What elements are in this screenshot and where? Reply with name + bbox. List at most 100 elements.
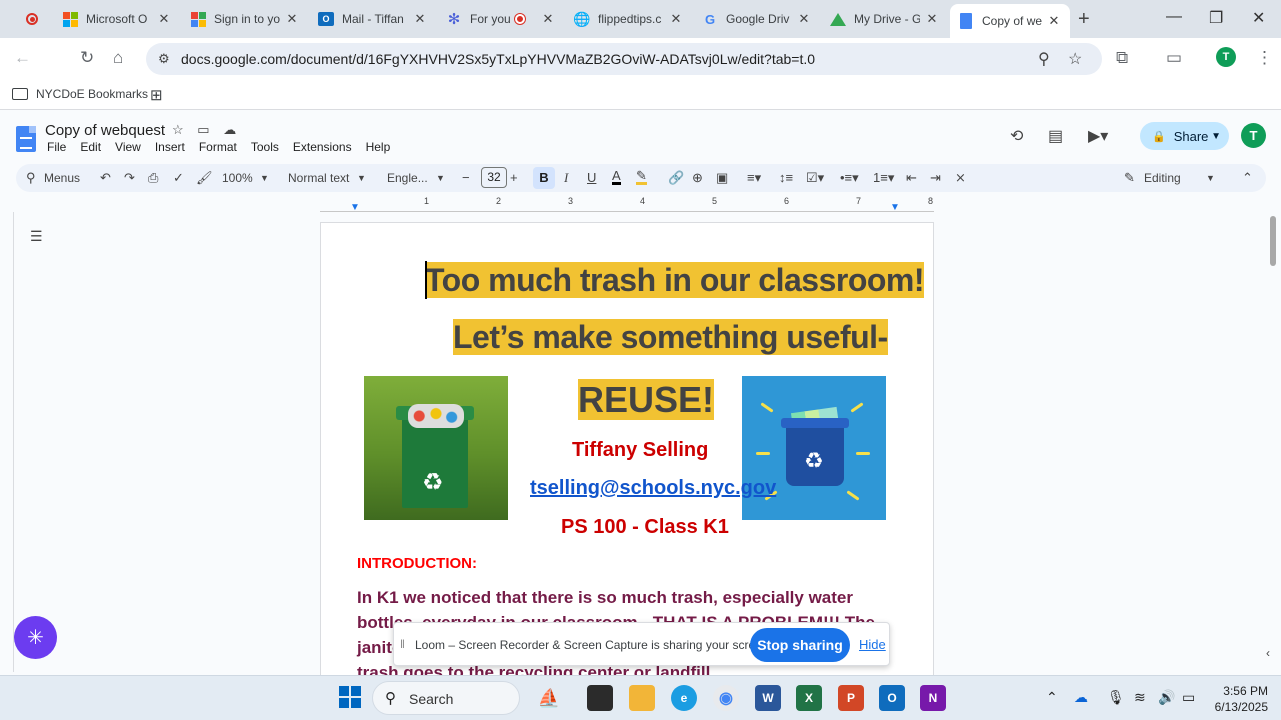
onenote-icon[interactable]: N xyxy=(920,685,946,711)
search-menus-icon[interactable]: ⚲ xyxy=(26,170,36,186)
comments-icon[interactable]: ▤ xyxy=(1048,126,1063,146)
profile-avatar[interactable]: T xyxy=(1216,47,1236,67)
tab-my-drive[interactable]: My Drive - G ✕ xyxy=(822,4,948,34)
battery-icon[interactable]: ▭ xyxy=(1182,689,1195,706)
search-menus-label[interactable]: Menus xyxy=(44,171,80,185)
word-icon[interactable]: W xyxy=(755,685,781,711)
style-select[interactable]: Normal text xyxy=(288,171,349,185)
edge-icon[interactable]: e xyxy=(671,685,697,711)
stop-sharing-button[interactable]: Stop sharing xyxy=(750,628,850,662)
bulleted-list-icon[interactable]: •≡▾ xyxy=(840,170,859,186)
document-scrollbar[interactable] xyxy=(1268,212,1278,672)
new-tab-icon[interactable]: + xyxy=(1078,8,1090,31)
chrome-icon[interactable]: ◉ xyxy=(713,685,739,711)
undo-icon[interactable]: ↶ xyxy=(100,170,111,186)
site-info-icon[interactable]: ⚙ xyxy=(158,51,170,67)
close-tab-icon[interactable]: ✕ xyxy=(284,11,300,27)
underline-button[interactable]: U xyxy=(587,170,596,185)
tab-google-drive[interactable]: G Google Driv ✕ xyxy=(694,4,820,34)
hide-button[interactable]: Hide xyxy=(859,637,886,652)
tab-copy-of-webquest[interactable]: Copy of webq ✕ xyxy=(950,4,1070,38)
redo-icon[interactable]: ↷ xyxy=(124,170,135,186)
menu-edit[interactable]: Edit xyxy=(80,140,101,154)
align-icon[interactable]: ≡▾ xyxy=(747,170,761,186)
bookmark-star-icon[interactable]: ☆ xyxy=(1068,49,1082,69)
wifi-icon[interactable]: ≋ xyxy=(1134,689,1146,706)
close-window-icon[interactable]: ✕ xyxy=(1252,8,1265,28)
trash-bin-image[interactable]: ♻ xyxy=(364,376,508,520)
clear-formatting-icon[interactable]: ⨯ xyxy=(955,170,966,186)
insert-image-icon[interactable]: ▣ xyxy=(716,170,728,186)
chevron-down-icon[interactable]: ▼ xyxy=(1211,131,1221,142)
menu-help[interactable]: Help xyxy=(366,140,391,154)
heading-line-3[interactable]: REUSE! xyxy=(578,377,715,423)
reload-icon[interactable]: ↻ xyxy=(80,48,94,68)
drag-handle-icon[interactable]: ‖ xyxy=(400,637,405,651)
italic-button[interactable]: I xyxy=(564,170,568,186)
tab-search-icon[interactable]: ▭ xyxy=(1166,48,1182,68)
tab-microsoft[interactable]: Microsoft O ✕ xyxy=(54,4,180,34)
menu-file[interactable]: File xyxy=(47,140,66,154)
side-panel-toggle-icon[interactable]: ‹ xyxy=(1266,646,1270,660)
add-comment-icon[interactable]: ⊕ xyxy=(692,170,703,186)
zoom-select[interactable]: 100% xyxy=(222,171,253,185)
apps-grid-icon[interactable]: ⊞ xyxy=(150,86,163,104)
close-tab-icon[interactable]: ✕ xyxy=(924,11,940,27)
cloud-saved-icon[interactable]: ☁ xyxy=(223,122,236,137)
chevron-down-icon[interactable]: ▼ xyxy=(260,173,269,183)
checklist-icon[interactable]: ☑▾ xyxy=(806,170,824,186)
introduction-heading[interactable]: INTRODUCTION: xyxy=(357,555,477,572)
address-bar[interactable]: ⚙ docs.google.com/document/d/16FgYXHVHV2… xyxy=(146,43,1102,75)
move-folder-icon[interactable]: ▭ xyxy=(197,122,209,137)
share-button[interactable]: 🔒 Share ▼ xyxy=(1140,122,1229,150)
back-icon[interactable]: ← xyxy=(14,48,31,68)
account-avatar[interactable]: T xyxy=(1241,123,1266,148)
left-indent-marker-icon[interactable]: ▼ xyxy=(350,202,360,213)
vertical-ruler[interactable] xyxy=(0,212,14,672)
home-icon[interactable]: ⌂ xyxy=(113,48,123,68)
font-size-input[interactable]: 32 xyxy=(481,167,507,188)
task-view-icon[interactable] xyxy=(587,685,613,711)
text-color-icon[interactable]: A xyxy=(612,169,621,185)
windows-start-icon[interactable] xyxy=(339,686,361,708)
document-page[interactable]: Too much trash in our classroom! Let’s m… xyxy=(320,222,934,680)
docs-logo-icon[interactable] xyxy=(16,126,36,152)
scrollbar-thumb[interactable] xyxy=(1270,216,1276,266)
paint-format-icon[interactable]: 🖌 xyxy=(196,170,213,186)
chevron-down-icon[interactable]: ▼ xyxy=(1206,173,1215,183)
tab-mail[interactable]: O Mail - Tiffan ✕ xyxy=(310,4,436,34)
show-hidden-icons-icon[interactable]: ⌃ xyxy=(1046,689,1058,706)
extensions-icon[interactable]: ⧉ xyxy=(1116,48,1128,68)
highlight-color-icon[interactable]: ✎ xyxy=(636,169,647,185)
author-name[interactable]: Tiffany Selling xyxy=(572,439,708,462)
zoom-icon[interactable]: ⚲ xyxy=(1038,49,1050,69)
increase-indent-icon[interactable]: ⇥ xyxy=(930,170,941,186)
menu-insert[interactable]: Insert xyxy=(155,140,185,154)
close-tab-icon[interactable]: ✕ xyxy=(412,11,428,27)
gemini-assistant-icon[interactable]: ✳ xyxy=(14,616,57,659)
bold-button[interactable]: B xyxy=(533,167,555,189)
heading-line-2[interactable]: Let’s make something useful- xyxy=(453,316,888,358)
chevron-down-icon[interactable]: ▼ xyxy=(357,173,366,183)
close-tab-icon[interactable]: ✕ xyxy=(156,11,172,27)
chevron-down-icon[interactable]: ▼ xyxy=(436,173,445,183)
print-icon[interactable]: ⎙ xyxy=(148,170,158,186)
version-history-icon[interactable]: ⟲ xyxy=(1010,126,1023,146)
tab-sign-in[interactable]: Sign in to yo ✕ xyxy=(182,4,308,34)
microphone-icon[interactable]: 🎙 xyxy=(1107,689,1125,706)
collapse-toolbar-icon[interactable]: ⌃ xyxy=(1242,170,1253,186)
font-select[interactable]: Engle... xyxy=(387,171,428,185)
tab-recording[interactable] xyxy=(16,4,52,34)
star-icon[interactable]: ☆ xyxy=(172,122,184,137)
spellcheck-icon[interactable]: ✓ xyxy=(173,170,184,186)
system-clock[interactable]: 3:56 PM 6/13/2025 xyxy=(1210,683,1268,715)
menu-format[interactable]: Format xyxy=(199,140,237,154)
document-title[interactable]: Copy of webquest xyxy=(45,122,165,139)
menu-view[interactable]: View xyxy=(115,140,141,154)
menu-extensions[interactable]: Extensions xyxy=(293,140,352,154)
close-tab-icon[interactable]: ✕ xyxy=(1046,13,1062,29)
minimize-icon[interactable]: — xyxy=(1166,8,1182,26)
bookmark-folder-nycdoe[interactable]: NYCDoE Bookmarks xyxy=(12,87,148,101)
close-tab-icon[interactable]: ✕ xyxy=(796,11,812,27)
file-explorer-icon[interactable] xyxy=(629,685,655,711)
